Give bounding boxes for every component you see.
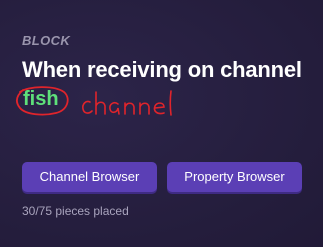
channel-browser-button[interactable]: Channel Browser [22,162,157,192]
annotation-circle [16,86,69,116]
block-type-label: BLOCK [22,33,71,48]
block-info-panel: BLOCK When receiving on channel fish Cha… [0,0,323,247]
property-browser-button[interactable]: Property Browser [167,162,302,192]
block-title: When receiving on channel [22,57,302,82]
annotation-handwriting [82,90,172,116]
pieces-placed-counter: 30/75 pieces placed [22,204,129,218]
